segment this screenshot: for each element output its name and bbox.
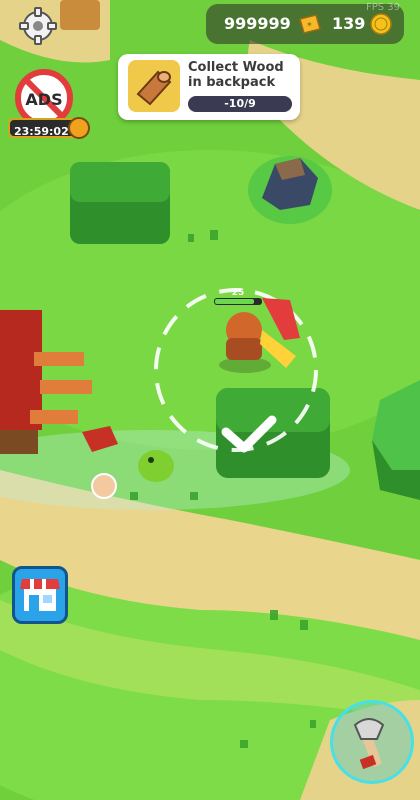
health-fill xyxy=(215,299,254,304)
rock xyxy=(248,156,332,224)
quest-progress-text: -10/9 xyxy=(224,97,256,110)
fps-counter: FPS 39 xyxy=(365,2,400,13)
no-ads-label: ADS xyxy=(25,90,62,109)
player-level-label: 25 xyxy=(231,288,245,298)
timer-text: 23:59:02 xyxy=(14,125,69,138)
chop-action-button[interactable] xyxy=(330,700,414,784)
quest-progress-bar: -10/9 xyxy=(188,96,292,112)
coin-icon xyxy=(370,13,392,35)
gear-icon xyxy=(19,7,57,45)
egg-pickup xyxy=(91,473,117,499)
currency-bar: 999999 ✶ 139 FPS 39 xyxy=(206,2,404,44)
quest-title: Collect Wood in backpack xyxy=(188,60,284,90)
axe-icon xyxy=(353,718,385,770)
quest-card[interactable]: Collect Wood in backpack -10/9 xyxy=(118,54,300,120)
slime-enemy xyxy=(138,450,174,482)
shop-button[interactable] xyxy=(12,566,68,624)
clock-icon xyxy=(68,117,90,139)
svg-text:✶: ✶ xyxy=(306,20,313,29)
shop-icon xyxy=(20,579,60,611)
wood-log-icon xyxy=(136,70,172,106)
quest-icon-box xyxy=(128,60,180,112)
player-health-bar xyxy=(214,298,262,305)
ticket-icon: ✶ xyxy=(299,14,321,34)
bush xyxy=(70,162,170,244)
no-ads-timer: 23:59:02 xyxy=(8,117,90,139)
settings-button[interactable] xyxy=(18,6,58,46)
coins-value: 139 xyxy=(332,14,366,33)
gems-value: 999999 xyxy=(224,14,291,33)
